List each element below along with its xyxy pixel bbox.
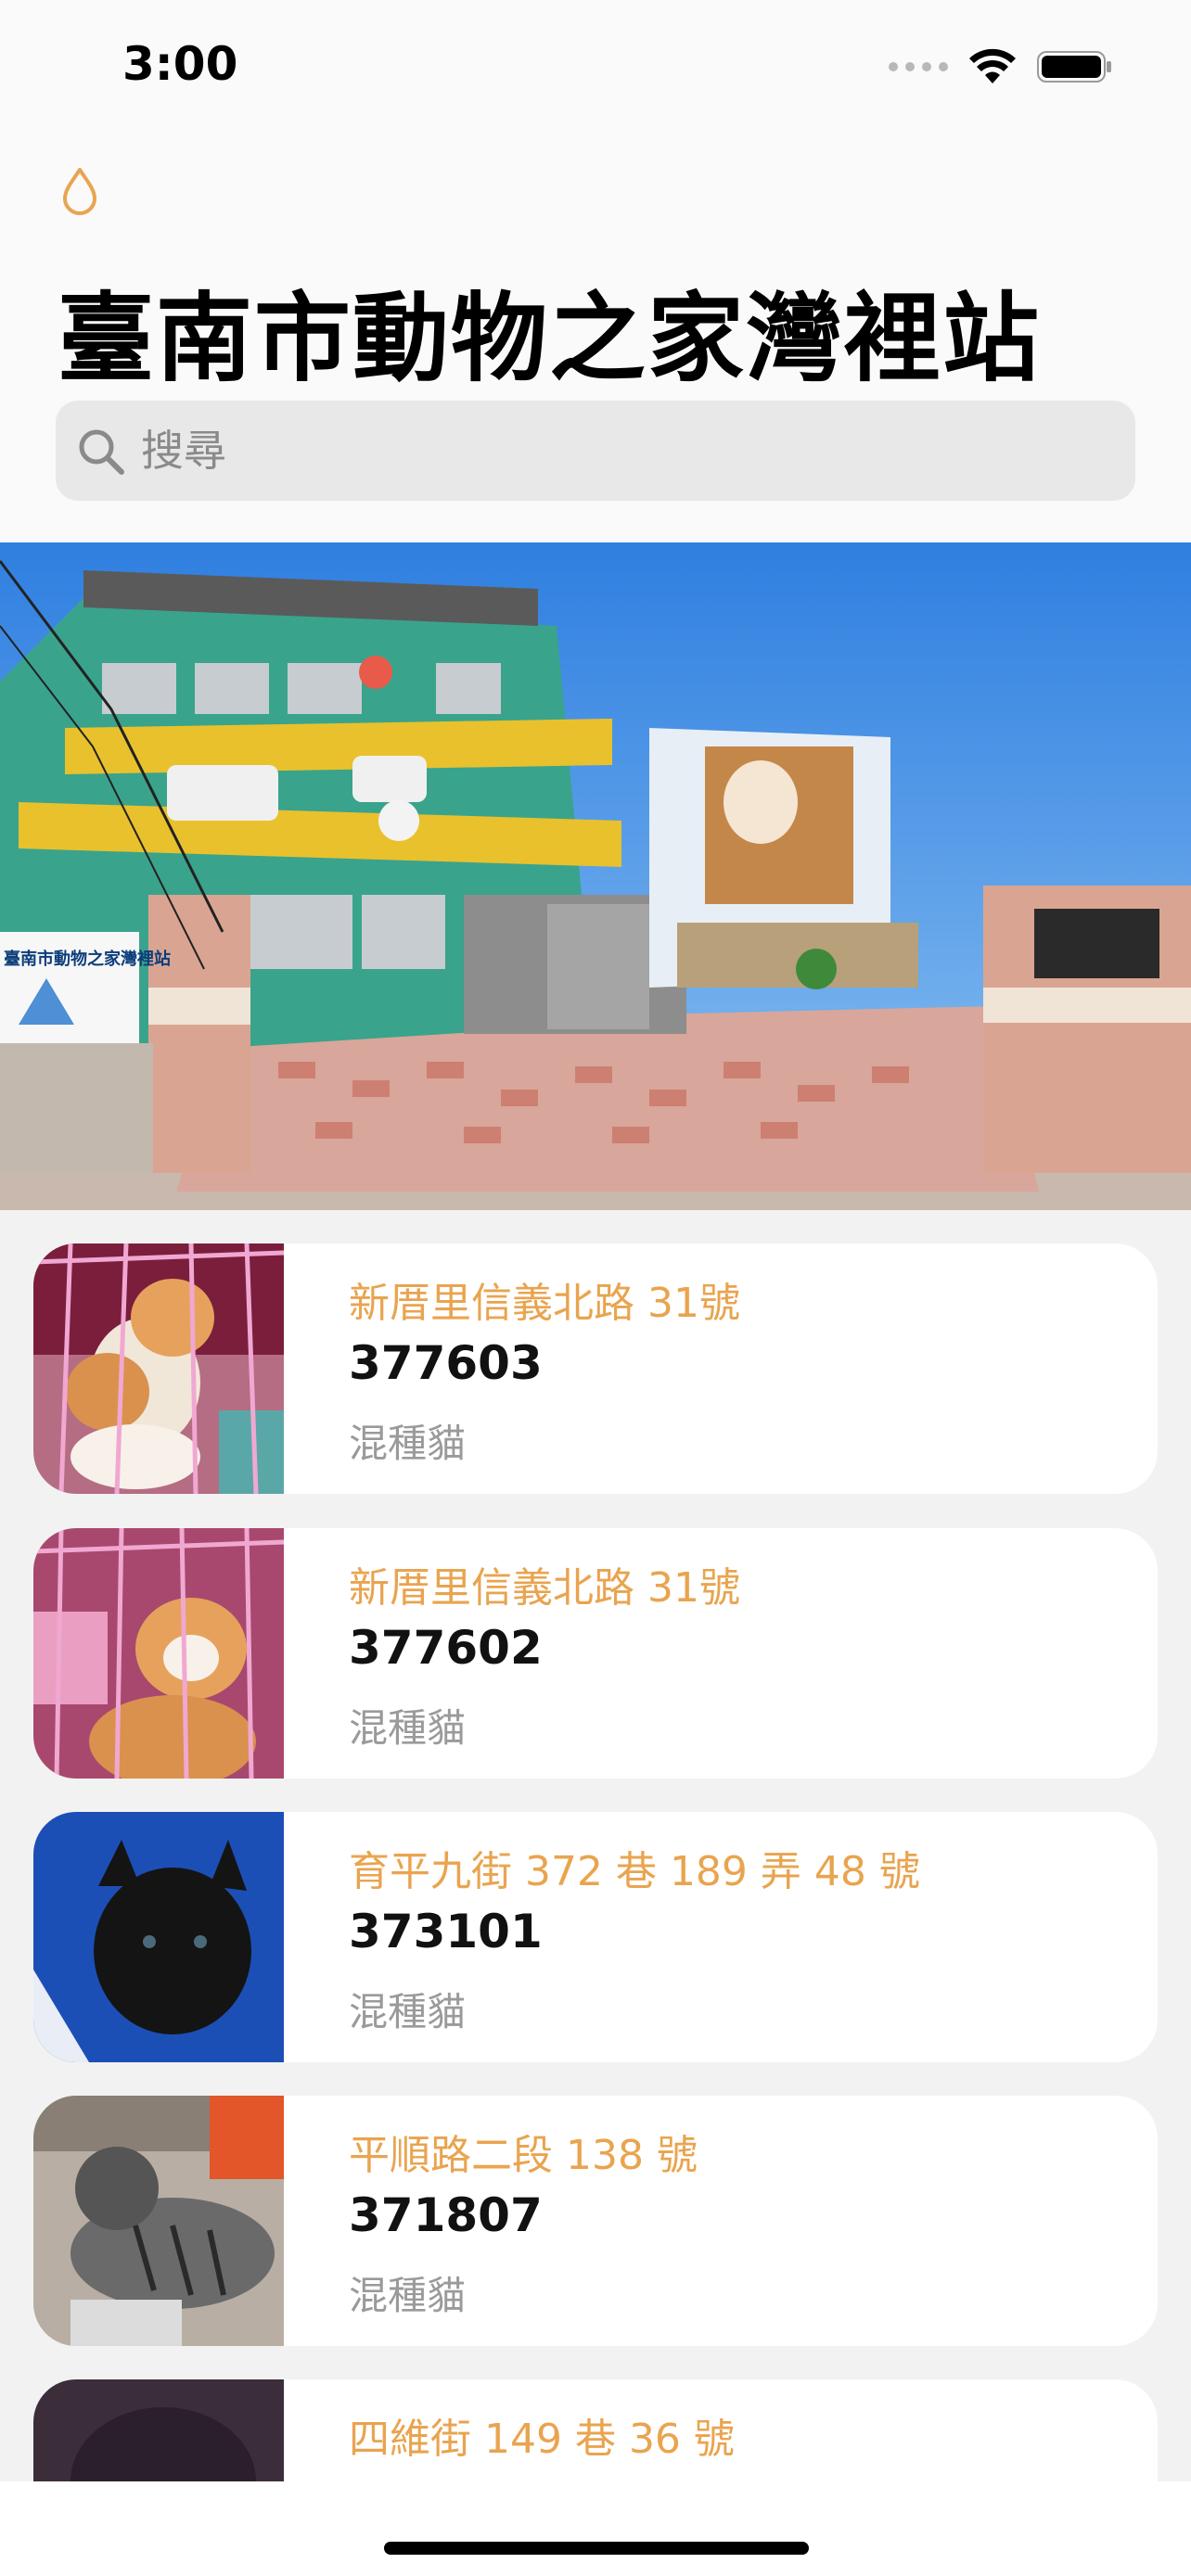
status-bar: 3:00 [0,0,1191,130]
animal-id: 377603 [349,1336,543,1390]
status-time: 3:00 [122,37,238,91]
app-screen: 3:00 臺南市動物之家灣裡站 搜尋 臺南市動物之家灣裡站 新厝里信義北路 31… [0,0,1191,2576]
animal-info: 新厝里信義北路 31號 377603 混種貓 [349,1243,1128,1494]
header: 臺南市動物之家灣裡站 [0,130,1191,542]
animal-card[interactable]: 新厝里信義北路 31號 377603 混種貓 [33,1243,1158,1494]
animal-card[interactable]: 平順路二段 138 號 371807 混種貓 [33,2096,1158,2346]
animal-id: 371807 [349,2188,543,2242]
animal-kind: 混種貓 [349,1989,467,2034]
animal-kind: 混種貓 [349,1705,467,1751]
animal-card[interactable]: 新厝里信義北路 31號 377602 混種貓 [33,1528,1158,1779]
animal-address: 新厝里信義北路 31號 [349,1280,740,1327]
animal-info: 平順路二段 138 號 371807 混種貓 [349,2096,1128,2346]
battery-icon [1037,51,1111,83]
cat-photo [33,2096,284,2346]
animal-address: 育平九街 372 巷 189 弄 48 號 [349,1848,920,1895]
search-input[interactable] [141,419,1106,482]
shelter-building-image: 臺南市動物之家灣裡站 [0,542,1191,1210]
search-bar[interactable] [56,401,1135,501]
animal-id: 373101 [349,1905,543,1958]
cat-photo [33,1812,284,2062]
animal-card[interactable]: 育平九街 372 巷 189 弄 48 號 373101 混種貓 [33,1812,1158,2062]
cat-photo [33,1243,284,1494]
animal-address: 四維街 149 巷 36 號 [349,2416,735,2463]
home-indicator[interactable] [384,2542,809,2555]
animal-info: 育平九街 372 巷 189 弄 48 號 373101 混種貓 [349,1812,1128,2062]
animal-id: 377602 [349,1621,543,1675]
wifi-icon [969,48,1016,83]
cat-photo [33,1528,284,1779]
shelter-sign-text: 臺南市動物之家灣裡站 [4,949,171,968]
drop-icon[interactable] [61,167,98,215]
status-icons [889,46,1113,87]
search-icon [79,429,124,475]
animal-info: 新厝里信義北路 31號 377602 混種貓 [349,1528,1128,1779]
animal-address: 平順路二段 138 號 [349,2132,698,2179]
page-title: 臺南市動物之家灣裡站 [58,282,1042,395]
home-area [0,2481,1191,2576]
animal-kind: 混種貓 [349,1421,467,1466]
animal-kind: 混種貓 [349,2273,467,2318]
signal-icon [889,62,948,71]
animal-address: 新厝里信義北路 31號 [349,1564,740,1612]
hero-image: 臺南市動物之家灣裡站 [0,542,1191,1210]
